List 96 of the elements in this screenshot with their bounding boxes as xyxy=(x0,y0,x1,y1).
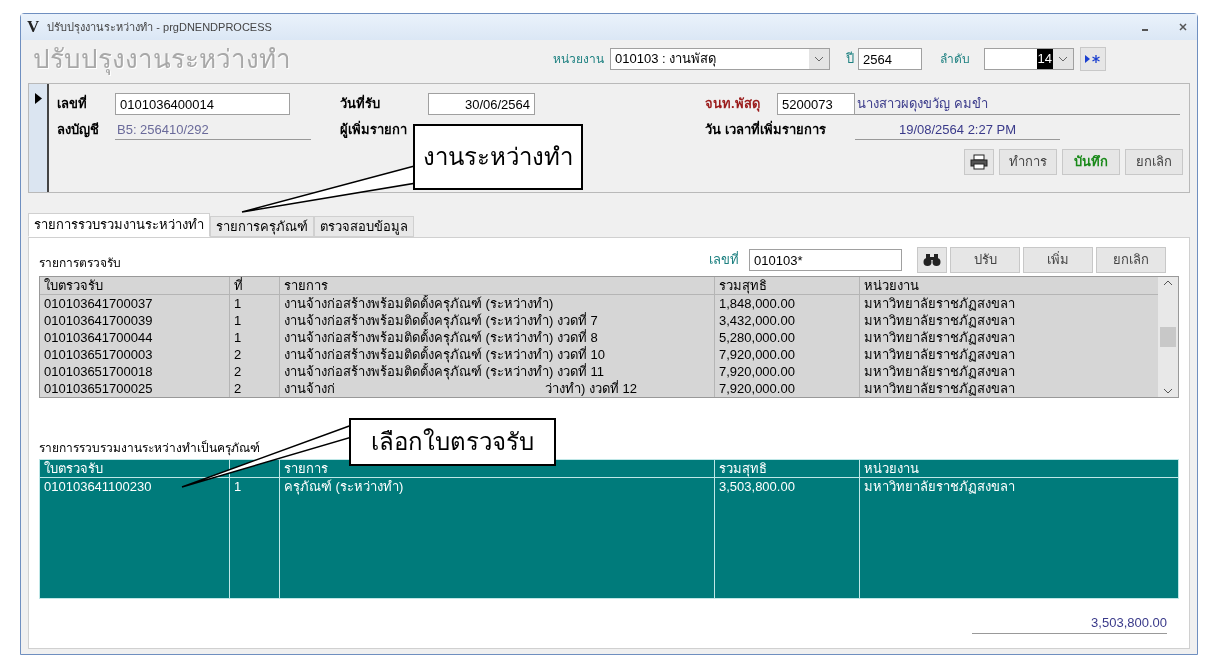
table-cell: งานจ้างก่ xyxy=(284,380,335,397)
column-header: ใบตรวจรับ xyxy=(44,461,103,476)
table-cell: 010103641700039 xyxy=(44,313,153,328)
table-cell: 2 xyxy=(234,347,242,362)
table-cell: 010103641700044 xyxy=(44,330,153,345)
table-cell: 010103641700037 xyxy=(44,296,153,311)
unit-label: หน่วยงาน xyxy=(553,51,604,68)
column-header: รายการ xyxy=(284,278,328,293)
table-cell: 010103651700018 xyxy=(44,364,153,379)
record-selector[interactable] xyxy=(29,84,49,192)
search-field[interactable]: 010103* xyxy=(749,249,902,271)
app-logo: V xyxy=(27,16,40,39)
action-button[interactable]: ยกเลิก xyxy=(1096,247,1166,273)
field-label: ลงบัญชี xyxy=(57,121,100,140)
table-cell: ว่างทำ) งวดที่ 12 xyxy=(545,380,637,397)
column-header: รายการ xyxy=(284,461,328,476)
field-label: ผู้เพิ่มรายกา xyxy=(340,120,408,140)
order-select[interactable]: 14 xyxy=(984,48,1074,70)
tab[interactable]: รายการครุภัณฑ์ xyxy=(210,216,314,237)
table-cell: งานจ้างก่อสร้างพร้อมติดตั้งครุภัณฑ์ (ระหว่างทำ) งวดที่ 11 xyxy=(284,364,604,379)
table-cell: มหาวิทยาลัยราชภัฏสงขลา xyxy=(864,313,1015,328)
table-cell: มหาวิทยาลัยราชภัฏสงขลา xyxy=(864,381,1015,396)
print-button[interactable] xyxy=(964,149,994,175)
table-cell: มหาวิทยาลัยราชภัฏสงขลา xyxy=(864,330,1015,345)
table-cell: ครุภัณฑ์ (ระหว่างทำ) xyxy=(284,479,404,494)
chevron-down-icon xyxy=(1163,388,1173,394)
callout: งานระหว่างทำ xyxy=(413,124,583,190)
action-button[interactable]: ทำการ xyxy=(999,149,1057,175)
table-cell: 2 xyxy=(234,364,242,379)
table-cell: 1 xyxy=(234,296,242,311)
table-cell: 1 xyxy=(234,313,242,328)
current-record-icon xyxy=(35,93,42,104)
search-label: เลขที่ xyxy=(709,250,739,270)
table-cell: งานจ้างก่อสร้างพร้อมติดตั้งครุภัณฑ์ (ระหว่างทำ) xyxy=(284,296,554,311)
table-cell: 3,503,800.00 xyxy=(719,479,795,494)
table-cell: 3,432,000.00 xyxy=(719,313,795,328)
field-label: เลขที่ xyxy=(57,94,88,114)
new-record-button[interactable] xyxy=(1080,47,1106,71)
table-cell: 010103651700025 xyxy=(44,381,153,396)
table-cell: งานจ้างก่อสร้างพร้อมติดตั้งครุภัณฑ์ (ระหว่างทำ) งวดที่ 10 xyxy=(284,347,605,362)
callout: เลือกใบตรวจรับ xyxy=(349,418,556,466)
binoculars-icon xyxy=(923,253,941,267)
table-cell: งานจ้างก่อสร้างพร้อมติดตั้งครุภัณฑ์ (ระหว่างทำ) งวดที่ 7 xyxy=(284,313,598,328)
action-button[interactable]: เพิ่ม xyxy=(1023,247,1093,273)
column-header: หน่วยงาน xyxy=(864,278,919,293)
field-label: วัน เวลาที่เพิ่มรายการ xyxy=(705,120,827,140)
action-button[interactable]: ปรับ xyxy=(950,247,1020,273)
action-button[interactable]: ยกเลิก xyxy=(1125,149,1183,175)
column-header: รวมสุทธิ xyxy=(719,461,767,476)
doc-number-field[interactable]: 0101036400014 xyxy=(115,93,290,115)
account-value: B5: 256410/292 xyxy=(115,119,311,141)
field-label: จนท.พัสดุ xyxy=(705,95,761,114)
section-title: รายการตรวจรับ xyxy=(39,255,122,272)
table-cell: 2 xyxy=(234,381,242,396)
chevron-down-icon xyxy=(1053,49,1073,69)
unit-select[interactable]: 010103 : งานพัสดุ xyxy=(610,48,830,70)
total-value: 3,503,800.00 xyxy=(972,613,1167,634)
table-cell: งานจ้างก่อสร้างพร้อมติดตั้งครุภัณฑ์ (ระหว่างทำ) งวดที่ 8 xyxy=(284,330,598,345)
scrollbar[interactable] xyxy=(1158,277,1178,397)
table-cell: มหาวิทยาลัยราชภัฏสงขลา xyxy=(864,364,1015,379)
field-label: วันที่รับ xyxy=(340,94,381,114)
new-record-icon xyxy=(1084,54,1102,64)
order-label: ลำดับ xyxy=(940,51,970,68)
officer-id-field[interactable]: 5200073 xyxy=(777,93,855,115)
table-cell: 7,920,000.00 xyxy=(719,347,795,362)
officer-name: นางสาวผดุงขวัญ คมขำ xyxy=(855,93,1180,115)
tab[interactable]: รายการรวบรวมงานระหว่างทำ xyxy=(28,213,210,237)
chevron-down-icon xyxy=(809,49,829,69)
column-header: ที่ xyxy=(234,278,243,293)
received-date-field[interactable]: 30/06/2564 xyxy=(428,93,535,115)
scrollbar-thumb[interactable] xyxy=(1160,327,1176,347)
year-label: ปี xyxy=(846,50,854,69)
table-cell: 5,280,000.00 xyxy=(719,330,795,345)
printer-icon xyxy=(970,154,988,170)
find-button[interactable] xyxy=(917,247,947,273)
table-cell: 7,920,000.00 xyxy=(719,364,795,379)
chevron-up-icon xyxy=(1163,280,1173,286)
table-cell: 010103641100230 xyxy=(44,479,152,494)
action-button[interactable]: บันทึก xyxy=(1062,149,1120,175)
table-cell: มหาวิทยาลัยราชภัฏสงขลา xyxy=(864,296,1015,311)
table-cell: 1 xyxy=(234,479,242,494)
table-cell: 1 xyxy=(234,330,242,345)
column-header: หน่วยงาน xyxy=(864,461,919,476)
table-cell: มหาวิทยาลัยราชภัฏสงขลา xyxy=(864,479,1015,494)
window-title: ปรับปรุงงานระหว่างทำ - prgDNENDPROCESS xyxy=(47,19,272,36)
table-cell: 1,848,000.00 xyxy=(719,296,795,311)
close-icon[interactable] xyxy=(1179,23,1187,31)
table-cell: 010103651700003 xyxy=(44,347,153,362)
table-cell: มหาวิทยาลัยราชภัฏสงขลา xyxy=(864,347,1015,362)
column-header: รวมสุทธิ xyxy=(719,278,767,293)
form-heading: ปรับปรุงงานระหว่างทำ xyxy=(33,42,292,77)
column-header: ใบตรวจรับ xyxy=(44,278,103,293)
table-cell: 7,920,000.00 xyxy=(719,381,795,396)
tab[interactable]: ตรวจสอบข้อมูล xyxy=(314,216,414,237)
year-field[interactable]: 2564 xyxy=(858,48,922,70)
added-time-value: 19/08/2564 2:27 PM xyxy=(855,119,1060,141)
